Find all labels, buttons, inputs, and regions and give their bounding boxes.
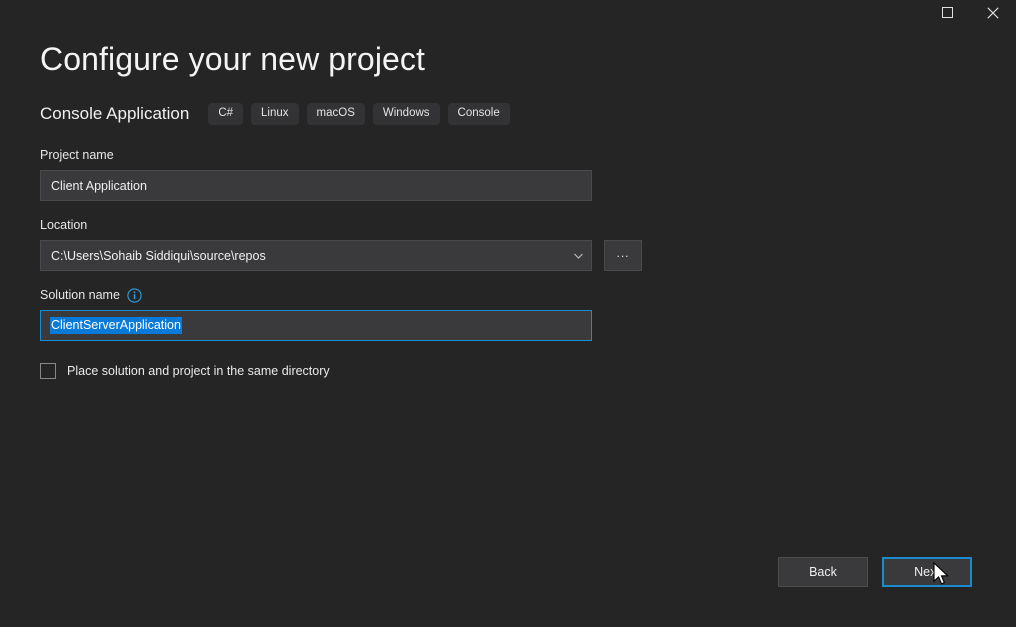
project-name-label: Project name <box>40 148 114 162</box>
tag-macos: macOS <box>306 103 365 125</box>
configure-project-form: Project name Client Application Location… <box>40 147 660 379</box>
tag-linux: Linux <box>251 103 299 125</box>
back-button[interactable]: Back <box>778 557 868 587</box>
location-input[interactable]: C:\Users\Sohaib Siddiqui\source\repos <box>40 240 592 271</box>
tag-windows: Windows <box>372 103 440 125</box>
place-solution-same-directory-checkbox[interactable] <box>40 363 56 379</box>
location-label: Location <box>40 218 88 232</box>
template-name: Console Application <box>40 104 190 123</box>
project-name-input[interactable]: Client Application <box>40 170 592 201</box>
title-bar <box>0 0 1016 25</box>
next-button[interactable]: Next <box>882 557 972 587</box>
page-title: Configure your new project <box>40 41 426 77</box>
solution-name-input[interactable]: ClientServerApplication <box>40 310 592 341</box>
solution-name-value: ClientServerApplication <box>50 317 182 334</box>
location-field-group: Location C:\Users\Sohaib Siddiqui\source… <box>40 217 660 271</box>
info-icon[interactable] <box>127 287 142 303</box>
browse-location-button[interactable]: ... <box>604 240 642 271</box>
location-value: C:\Users\Sohaib Siddiqui\source\repos <box>51 248 266 263</box>
square-icon <box>941 7 953 18</box>
place-solution-same-directory-row[interactable]: Place solution and project in the same d… <box>40 363 660 379</box>
project-name-field-group: Project name Client Application <box>40 147 660 201</box>
solution-name-label: Solution name <box>40 288 120 302</box>
maximize-button[interactable] <box>924 0 970 25</box>
project-name-value: Client Application <box>51 178 147 193</box>
template-summary: Console Application C# Linux macOS Windo… <box>40 103 518 125</box>
place-solution-same-directory-label: Place solution and project in the same d… <box>67 364 330 378</box>
tag-console: Console <box>447 103 510 125</box>
solution-name-label-row: Solution name <box>40 287 660 303</box>
dialog-footer: Back Next <box>778 557 972 587</box>
close-button[interactable] <box>970 0 1016 25</box>
solution-name-field-group: Solution name ClientServerApplication <box>40 287 660 341</box>
tag-language: C# <box>208 103 244 125</box>
close-icon <box>987 6 999 19</box>
location-row: C:\Users\Sohaib Siddiqui\source\repos ..… <box>40 240 660 271</box>
location-combobox[interactable]: C:\Users\Sohaib Siddiqui\source\repos <box>40 240 592 271</box>
